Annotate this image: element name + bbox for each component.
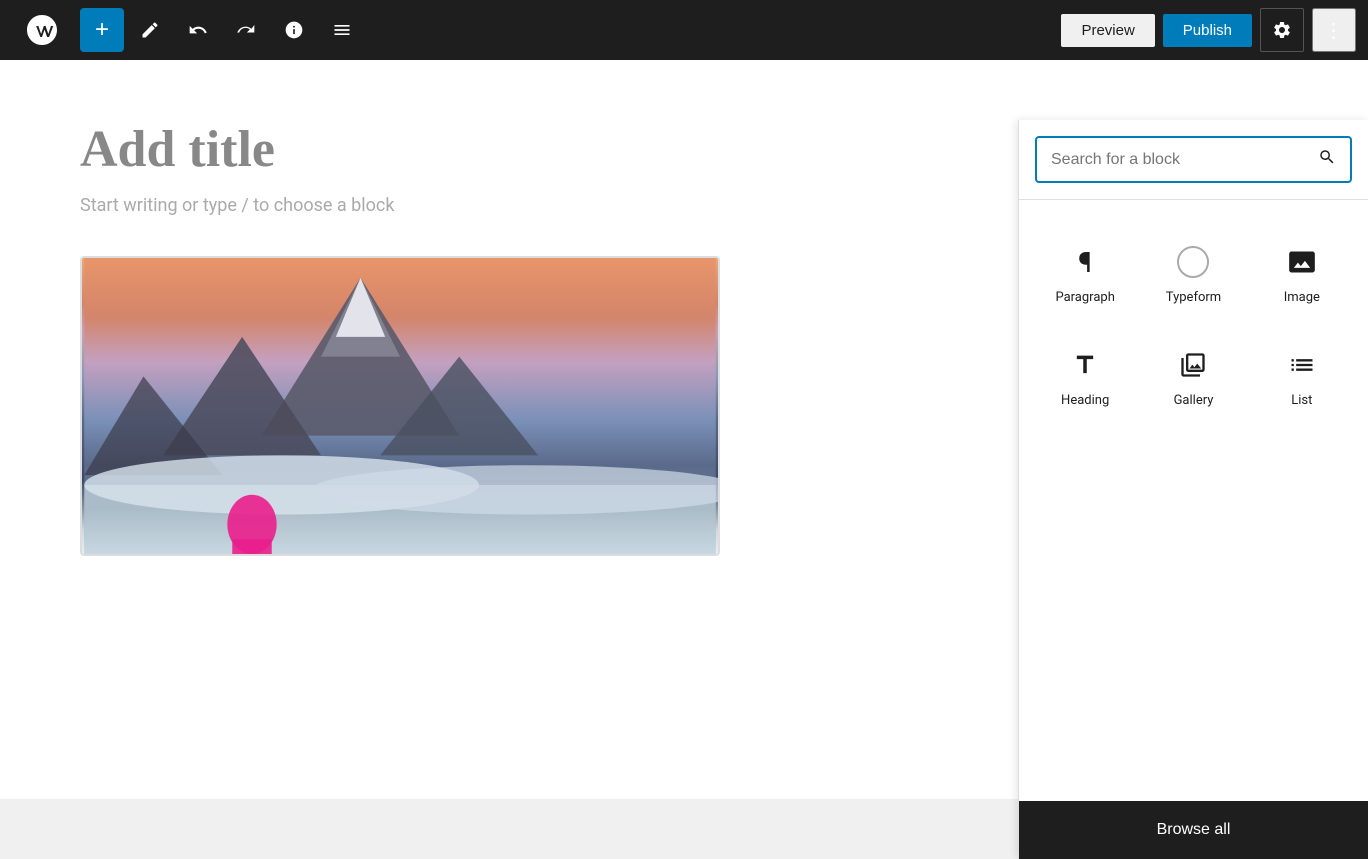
list-icon (1284, 347, 1320, 383)
search-box (1035, 136, 1352, 183)
wp-logo[interactable] (12, 0, 72, 60)
search-input[interactable] (1051, 151, 1308, 169)
block-item-heading[interactable]: Heading (1035, 327, 1135, 422)
search-icon (1318, 148, 1336, 171)
typeform-label: Typeform (1166, 290, 1221, 305)
heading-label: Heading (1061, 393, 1109, 408)
image-label: Image (1284, 290, 1320, 305)
publish-button[interactable]: Publish (1163, 14, 1252, 47)
more-options-button[interactable]: ⋮ (1312, 8, 1356, 52)
block-item-paragraph[interactable]: ¶ Paragraph (1035, 224, 1135, 319)
gallery-icon (1175, 347, 1211, 383)
main-area: Add title Start writing or type / to cho… (0, 60, 1368, 799)
list-label: List (1291, 393, 1312, 408)
block-item-image[interactable]: Image (1252, 224, 1352, 319)
header: + Preview Publish ⋮ (0, 0, 1368, 60)
undo-button[interactable] (176, 8, 220, 52)
list-view-button[interactable] (320, 8, 364, 52)
block-item-typeform[interactable]: Typeform (1143, 224, 1243, 319)
add-block-toolbar-button[interactable]: + (80, 8, 124, 52)
browse-all-button[interactable]: Browse all (1019, 801, 1368, 859)
block-grid: ¶ Paragraph Typeform Image (1019, 200, 1368, 801)
image-icon (1284, 244, 1320, 280)
paragraph-icon: ¶ (1067, 244, 1103, 280)
header-tools: + (80, 8, 1053, 52)
gallery-label: Gallery (1174, 393, 1214, 408)
preview-button[interactable]: Preview (1061, 14, 1154, 47)
header-right: Preview Publish ⋮ (1061, 8, 1356, 52)
typeform-icon (1175, 244, 1211, 280)
paragraph-label: Paragraph (1055, 290, 1114, 305)
block-item-gallery[interactable]: Gallery (1143, 327, 1243, 422)
block-inserter-panel: ¶ Paragraph Typeform Image (1018, 120, 1368, 859)
edit-button[interactable] (128, 8, 172, 52)
block-item-list[interactable]: List (1252, 327, 1352, 422)
heading-icon (1067, 347, 1103, 383)
info-button[interactable] (272, 8, 316, 52)
image-block[interactable] (80, 256, 720, 556)
mountain-image (82, 258, 718, 554)
redo-button[interactable] (224, 8, 268, 52)
search-container (1019, 120, 1368, 200)
settings-button[interactable] (1260, 8, 1304, 52)
